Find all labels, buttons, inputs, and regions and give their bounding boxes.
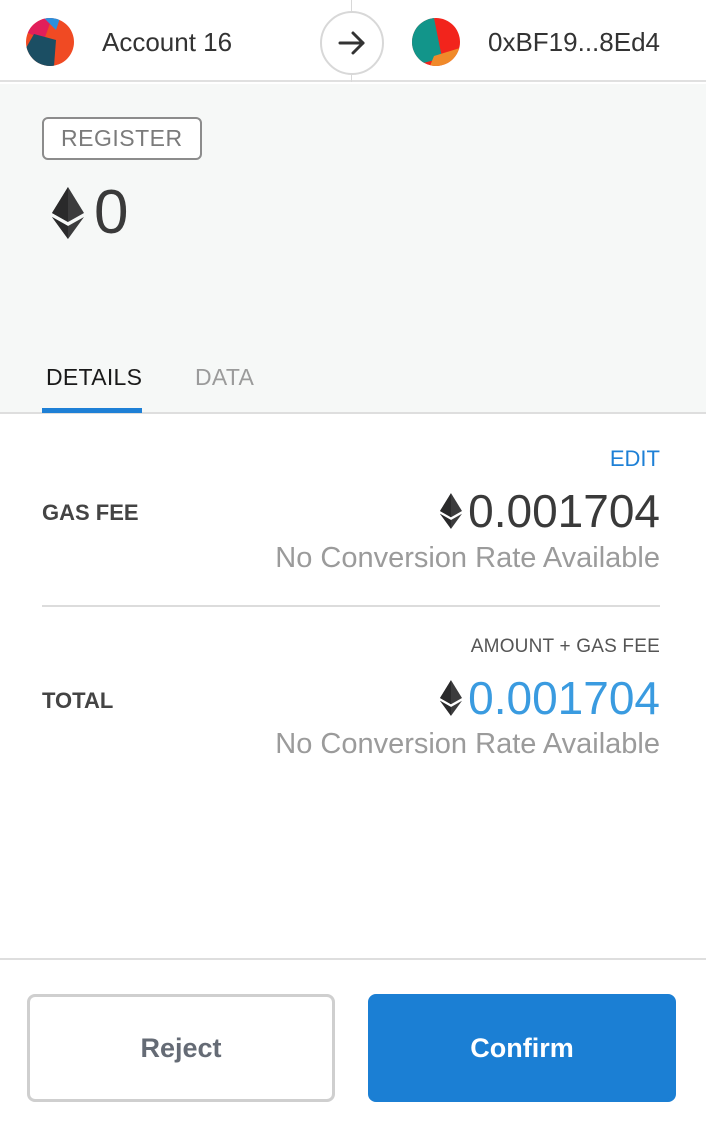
gas-fee-amount: 0.001704 [468, 485, 660, 537]
recipient-identicon-icon [412, 18, 460, 66]
tab-data[interactable]: DATA [195, 364, 254, 391]
total-fiat: No Conversion Rate Available [275, 728, 660, 760]
recipient-account[interactable]: 0xBF19...8Ed4 [412, 16, 660, 68]
gas-fee-amount-row: 0.001704 [440, 484, 660, 538]
confirm-button[interactable]: Confirm [368, 994, 676, 1102]
transaction-value: 0 [52, 176, 128, 250]
sender-identicon-icon [26, 18, 74, 66]
ethereum-icon [52, 187, 84, 239]
details-panel: EDIT GAS FEE 0.001704 No Conversion Rate… [0, 416, 706, 958]
direction-arrow [320, 11, 384, 75]
total-amount: 0.001704 [468, 672, 660, 724]
ethereum-icon [440, 680, 463, 716]
sender-account-name: Account 16 [102, 26, 233, 57]
tab-details[interactable]: DETAILS [46, 364, 142, 391]
ethereum-icon [440, 493, 463, 529]
action-footer: Reject Confirm [0, 958, 706, 1124]
recipient-address: 0xBF19...8Ed4 [488, 26, 660, 57]
arrow-right-icon [338, 31, 365, 55]
reject-button[interactable]: Reject [27, 994, 335, 1102]
edit-gas-button[interactable]: EDIT [610, 446, 660, 472]
details-divider [42, 605, 660, 607]
total-subheading: AMOUNT + GAS FEE [470, 636, 660, 657]
transaction-value-amount: 0 [94, 178, 129, 247]
gas-fee-fiat: No Conversion Rate Available [275, 542, 660, 574]
method-badge: REGISTER [42, 117, 202, 160]
tab-bar: DETAILS DATA [0, 346, 706, 414]
total-label: TOTAL [42, 688, 114, 713]
confirm-transaction-page: Account 16 0xBF19...8Ed4 REGISTER 0 DETA… [0, 0, 706, 1124]
gas-fee-label: GAS FEE [42, 500, 139, 525]
transaction-summary: REGISTER 0 DETAILS DATA [0, 84, 706, 414]
active-tab-indicator [42, 408, 142, 413]
total-amount-row: 0.001704 [440, 671, 660, 725]
sender-account[interactable]: Account 16 [26, 16, 232, 68]
sender-recipient-header: Account 16 0xBF19...8Ed4 [0, 0, 706, 82]
